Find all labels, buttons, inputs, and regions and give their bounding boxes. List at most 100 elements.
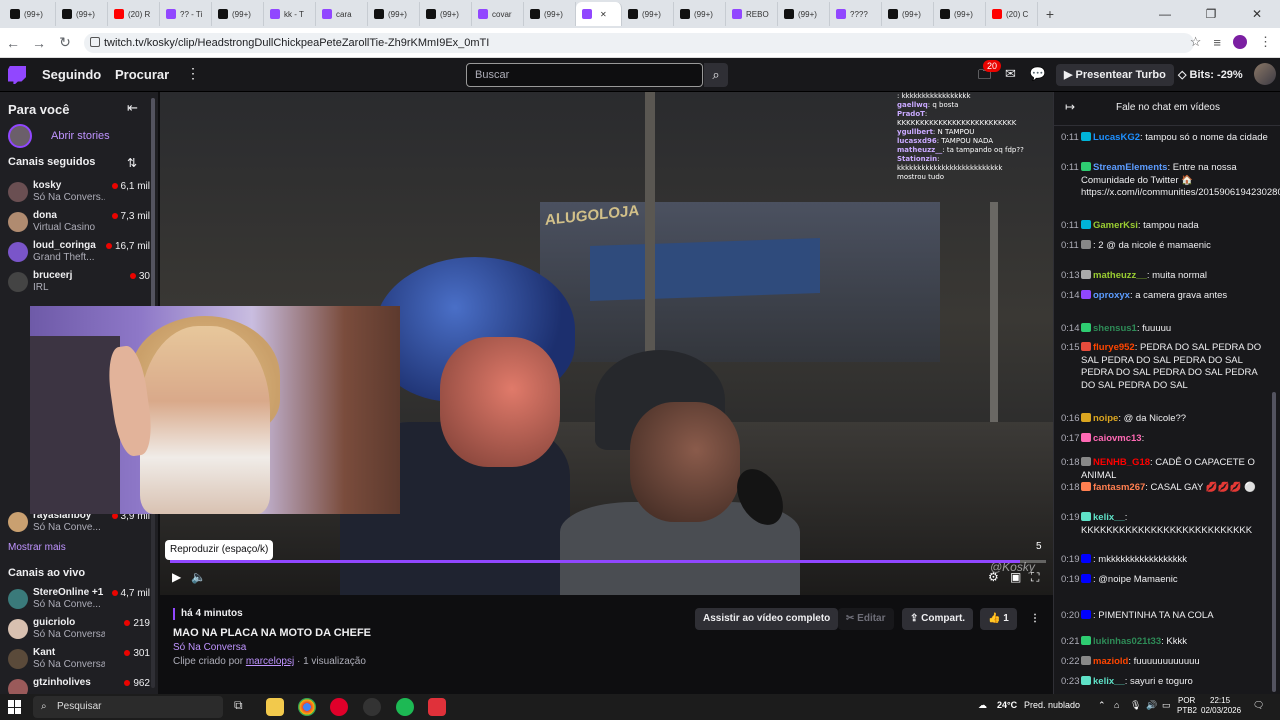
whispers-icon[interactable]: ✉ (1005, 66, 1016, 88)
browser-tab[interactable]: (99+) (882, 2, 934, 26)
browser-tab[interactable]: (99+) (674, 2, 726, 26)
lang-label[interactable]: POR (1178, 696, 1195, 705)
chat-message[interactable]: 0:18 NENHB_G18: CADÊ O CAPACETE O ANIMAL (1061, 457, 1271, 482)
browser-tab[interactable]: (99+) (524, 2, 576, 26)
chat-username[interactable]: fantasm267 (1093, 482, 1145, 493)
chat-message[interactable]: 0:14 oproxyx: a camera grava antes (1061, 290, 1271, 303)
browser-tab[interactable]: ?? - Ti (160, 2, 212, 26)
chat-username[interactable]: oproxyx (1093, 290, 1130, 301)
settings-icon[interactable]: ⚙ (988, 570, 999, 584)
channel-item[interactable]: StereOnline +1 Só Na Conve... 4,7 mil (8, 587, 150, 615)
chat-message[interactable]: 0:11 LucasKG2: tampou só o nome da cidade (1061, 132, 1271, 145)
obs-icon[interactable] (363, 698, 381, 716)
chat-username[interactable]: shensus1 (1093, 323, 1137, 334)
chat-username[interactable]: noipe (1093, 413, 1118, 424)
file-explorer-icon[interactable] (266, 698, 284, 716)
video-progress-bar[interactable] (170, 560, 1046, 563)
collapse-sidebar-icon[interactable]: ⇤ (127, 100, 138, 116)
browser-tab[interactable]: (99+) (56, 2, 108, 26)
tray-chevron-icon[interactable]: ⌃ (1098, 700, 1106, 711)
chat-username[interactable]: caiovmc13 (1093, 433, 1142, 444)
task-view-icon[interactable]: ⧉ (234, 698, 252, 716)
theatre-mode-icon[interactable]: ▣ (1010, 570, 1021, 584)
browser-tab[interactable]: (99+) (622, 2, 674, 26)
browser-tab[interactable]: (99+) (368, 2, 420, 26)
chat-message[interactable]: 0:20: PIMENTINHA TA NA COLA (1061, 610, 1271, 623)
browser-tab[interactable]: ???? (830, 2, 882, 26)
chat-message[interactable]: 0:18 fantasm267: CASAL GAY 💋💋💋 ⚪ (1061, 482, 1271, 495)
channel-item[interactable]: Kant Só Na Conversa 301 (8, 647, 150, 675)
chat-username[interactable]: NENHB_G18 (1093, 457, 1150, 468)
chat-username[interactable]: maziold (1093, 656, 1128, 667)
chat-message[interactable]: 0:15 flurye952: PEDRA DO SAL PEDRA DO SAL… (1061, 342, 1271, 392)
reload-icon[interactable]: ↻ (52, 34, 78, 51)
app-icon[interactable] (428, 698, 446, 716)
chat-username[interactable]: kelix__ (1093, 676, 1125, 687)
back-icon[interactable]: ← (0, 35, 26, 51)
chat-username[interactable]: GamerKsi (1093, 220, 1138, 231)
volume-icon[interactable]: 🔈 (191, 570, 206, 584)
user-avatar[interactable] (1254, 63, 1276, 85)
windows-start-icon[interactable] (8, 700, 22, 714)
gift-turbo-button[interactable]: ▶ Presentear Turbo (1056, 64, 1174, 86)
share-button[interactable]: ⇪ Compart. (902, 608, 974, 630)
chat-message[interactable]: 0:11 GamerKsi: tampou nada (1061, 220, 1271, 233)
chat-message[interactable]: 0:19: mkkkkkkkkkkkkkkkkk (1061, 554, 1271, 567)
browser-tab[interactable]: REBO (726, 2, 778, 26)
open-stories[interactable]: Abrir stories (8, 124, 148, 150)
nav-following[interactable]: Seguindo (42, 67, 101, 82)
channel-item[interactable]: rayasianboy Só Na Conve... 3,9 mil (8, 510, 150, 538)
clock-time[interactable]: 22:15 (1210, 696, 1230, 705)
nav-browse[interactable]: Procurar (115, 67, 169, 82)
chat-username[interactable]: LucasKG2 (1093, 132, 1140, 143)
chat-message[interactable]: 0:11 StreamElements: Entre na nossa Comun… (1061, 162, 1280, 200)
channel-item[interactable]: guicriolo Só Na Conversa 219 (8, 617, 150, 645)
clip-category-link[interactable]: Só Na Conversa (173, 642, 246, 653)
browser-tab[interactable]: (99+) (420, 2, 472, 26)
media-control-icon[interactable]: ≡ (1213, 35, 1221, 50)
mic-icon[interactable]: 🎙 (1130, 700, 1141, 711)
opera-icon[interactable] (330, 698, 348, 716)
url-field[interactable]: twitch.tv/kosky/clip/HeadstrongDullChick… (84, 33, 1194, 53)
browser-tab[interactable]: (99+) (778, 2, 830, 26)
chat-scrollbar[interactable] (1272, 392, 1276, 692)
clip-creator-link[interactable]: marcelopsj (246, 656, 294, 667)
more-menu-icon[interactable]: ⋮ (186, 65, 200, 82)
browser-menu-icon[interactable]: ⋮ (1259, 34, 1272, 50)
more-options-icon[interactable]: ⋮ (1022, 608, 1048, 630)
channel-item[interactable]: bruceerj IRL 30 (8, 270, 150, 298)
channel-item[interactable]: gtzinholives 962 (8, 677, 150, 694)
chrome-icon[interactable] (298, 698, 316, 716)
chat-username[interactable]: matheuzz__ (1093, 270, 1147, 281)
chat-message[interactable]: 0:22 maziold: fuuuuuuuuuuuu (1061, 656, 1271, 669)
browser-tab[interactable]: kk - T (264, 2, 316, 26)
chat-message[interactable]: 0:17 caiovmc13: (1061, 433, 1271, 446)
twitch-logo-icon[interactable] (8, 66, 26, 84)
browser-tab[interactable]: (20) C (986, 2, 1038, 26)
profile-avatar[interactable] (1233, 35, 1247, 49)
chat-message[interactable]: 0:11: 2 @ da nicole é mamaenic (1061, 240, 1271, 253)
search-icon[interactable]: ⌕ (704, 63, 728, 87)
show-more-link[interactable]: Mostrar mais (8, 542, 66, 553)
chat-message[interactable]: 0:13 matheuzz__: muita normal (1061, 270, 1271, 283)
chat-username[interactable]: lukinhas021t33 (1093, 636, 1161, 647)
chat-message[interactable]: 0:23 kelix__: sayuri e toguro (1061, 676, 1271, 689)
browser-tab[interactable]: covar (472, 2, 524, 26)
channel-item[interactable]: kosky Só Na Convers... 6,1 mil (8, 180, 150, 208)
bookmark-star-icon[interactable]: ☆ (1190, 34, 1202, 50)
play-icon[interactable]: ▶ (172, 570, 181, 584)
battery-icon[interactable]: ▭ (1162, 700, 1171, 711)
site-info-icon[interactable] (90, 37, 100, 47)
chat-username[interactable]: StreamElements (1093, 162, 1167, 173)
chat-username[interactable]: flurye952 (1093, 342, 1135, 353)
chat-message[interactable]: 0:16 noipe: @ da Nicole?? (1061, 413, 1271, 426)
close-tab-icon[interactable]: ✕ (600, 10, 607, 19)
fullscreen-icon[interactable]: ⛶ (1031, 570, 1039, 585)
maximize-icon[interactable]: ❐ (1188, 0, 1234, 28)
chat-username[interactable]: kelix__ (1093, 512, 1125, 523)
network-icon[interactable]: ⌂ (1114, 700, 1119, 710)
browser-tab[interactable]: cara (316, 2, 368, 26)
speaker-icon[interactable]: 🔊 (1146, 700, 1157, 711)
new-tab-icon[interactable]: + (1038, 6, 1062, 22)
edit-button[interactable]: ✂ Editar (838, 608, 894, 630)
